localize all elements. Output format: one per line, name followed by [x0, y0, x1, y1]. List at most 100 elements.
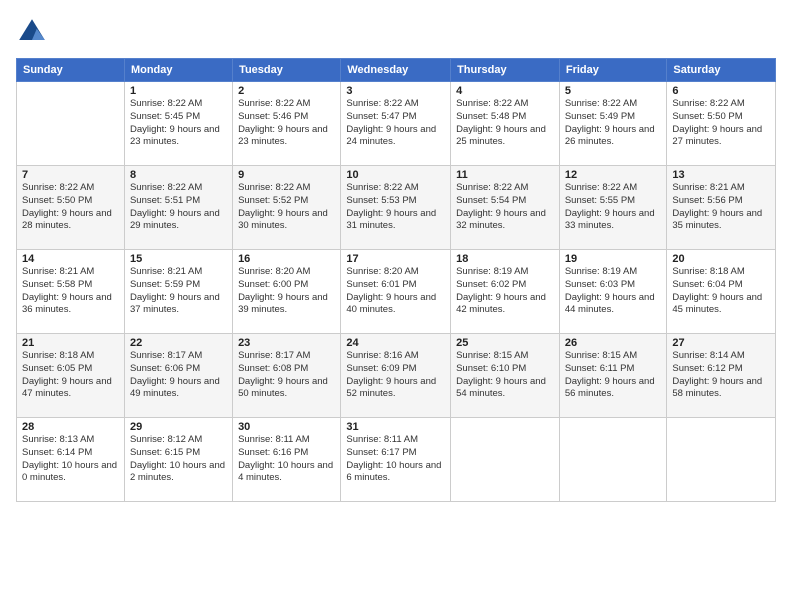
- weekday-header-friday: Friday: [559, 59, 667, 82]
- calendar-cell: 20Sunrise: 8:18 AMSunset: 6:04 PMDayligh…: [667, 250, 776, 334]
- day-info: Sunrise: 8:22 AMSunset: 5:48 PMDaylight:…: [456, 98, 554, 149]
- calendar-table: SundayMondayTuesdayWednesdayThursdayFrid…: [16, 58, 776, 502]
- day-info: Sunrise: 8:20 AMSunset: 6:00 PMDaylight:…: [238, 266, 335, 317]
- calendar-cell: 24Sunrise: 8:16 AMSunset: 6:09 PMDayligh…: [341, 334, 451, 418]
- day-info: Sunrise: 8:22 AMSunset: 5:45 PMDaylight:…: [130, 98, 227, 149]
- day-number: 23: [238, 337, 335, 349]
- day-number: 2: [238, 85, 335, 97]
- calendar-week-row: 1Sunrise: 8:22 AMSunset: 5:45 PMDaylight…: [17, 82, 776, 166]
- day-info: Sunrise: 8:22 AMSunset: 5:50 PMDaylight:…: [672, 98, 770, 149]
- day-number: 29: [130, 421, 227, 433]
- calendar-cell: 1Sunrise: 8:22 AMSunset: 5:45 PMDaylight…: [124, 82, 232, 166]
- day-number: 9: [238, 169, 335, 181]
- day-number: 1: [130, 85, 227, 97]
- logo-icon: [16, 16, 48, 48]
- logo: [16, 16, 52, 48]
- calendar-cell: [17, 82, 125, 166]
- day-number: 22: [130, 337, 227, 349]
- calendar-cell: 23Sunrise: 8:17 AMSunset: 6:08 PMDayligh…: [233, 334, 341, 418]
- day-number: 25: [456, 337, 554, 349]
- day-info: Sunrise: 8:11 AMSunset: 6:16 PMDaylight:…: [238, 434, 335, 485]
- calendar-week-row: 28Sunrise: 8:13 AMSunset: 6:14 PMDayligh…: [17, 418, 776, 502]
- day-info: Sunrise: 8:22 AMSunset: 5:47 PMDaylight:…: [346, 98, 445, 149]
- day-info: Sunrise: 8:14 AMSunset: 6:12 PMDaylight:…: [672, 350, 770, 401]
- page: SundayMondayTuesdayWednesdayThursdayFrid…: [0, 0, 792, 612]
- day-number: 12: [565, 169, 662, 181]
- day-info: Sunrise: 8:12 AMSunset: 6:15 PMDaylight:…: [130, 434, 227, 485]
- calendar-cell: 6Sunrise: 8:22 AMSunset: 5:50 PMDaylight…: [667, 82, 776, 166]
- calendar-cell: [451, 418, 560, 502]
- day-info: Sunrise: 8:22 AMSunset: 5:49 PMDaylight:…: [565, 98, 662, 149]
- calendar-cell: 21Sunrise: 8:18 AMSunset: 6:05 PMDayligh…: [17, 334, 125, 418]
- day-number: 28: [22, 421, 119, 433]
- header: [16, 16, 776, 48]
- calendar-cell: 11Sunrise: 8:22 AMSunset: 5:54 PMDayligh…: [451, 166, 560, 250]
- calendar-cell: 10Sunrise: 8:22 AMSunset: 5:53 PMDayligh…: [341, 166, 451, 250]
- calendar-cell: 12Sunrise: 8:22 AMSunset: 5:55 PMDayligh…: [559, 166, 667, 250]
- calendar-cell: 8Sunrise: 8:22 AMSunset: 5:51 PMDaylight…: [124, 166, 232, 250]
- calendar-cell: 26Sunrise: 8:15 AMSunset: 6:11 PMDayligh…: [559, 334, 667, 418]
- day-info: Sunrise: 8:16 AMSunset: 6:09 PMDaylight:…: [346, 350, 445, 401]
- day-number: 20: [672, 253, 770, 265]
- calendar-cell: 31Sunrise: 8:11 AMSunset: 6:17 PMDayligh…: [341, 418, 451, 502]
- day-info: Sunrise: 8:18 AMSunset: 6:04 PMDaylight:…: [672, 266, 770, 317]
- day-info: Sunrise: 8:19 AMSunset: 6:03 PMDaylight:…: [565, 266, 662, 317]
- day-number: 21: [22, 337, 119, 349]
- day-number: 11: [456, 169, 554, 181]
- calendar-cell: 25Sunrise: 8:15 AMSunset: 6:10 PMDayligh…: [451, 334, 560, 418]
- day-number: 26: [565, 337, 662, 349]
- day-info: Sunrise: 8:21 AMSunset: 5:59 PMDaylight:…: [130, 266, 227, 317]
- day-number: 4: [456, 85, 554, 97]
- day-info: Sunrise: 8:22 AMSunset: 5:46 PMDaylight:…: [238, 98, 335, 149]
- calendar-cell: 18Sunrise: 8:19 AMSunset: 6:02 PMDayligh…: [451, 250, 560, 334]
- calendar-cell: 4Sunrise: 8:22 AMSunset: 5:48 PMDaylight…: [451, 82, 560, 166]
- day-info: Sunrise: 8:22 AMSunset: 5:52 PMDaylight:…: [238, 182, 335, 233]
- day-info: Sunrise: 8:11 AMSunset: 6:17 PMDaylight:…: [346, 434, 445, 485]
- calendar-cell: 27Sunrise: 8:14 AMSunset: 6:12 PMDayligh…: [667, 334, 776, 418]
- day-number: 24: [346, 337, 445, 349]
- calendar-week-row: 14Sunrise: 8:21 AMSunset: 5:58 PMDayligh…: [17, 250, 776, 334]
- calendar-cell: 17Sunrise: 8:20 AMSunset: 6:01 PMDayligh…: [341, 250, 451, 334]
- weekday-header-sunday: Sunday: [17, 59, 125, 82]
- day-number: 17: [346, 253, 445, 265]
- day-number: 15: [130, 253, 227, 265]
- calendar-cell: 13Sunrise: 8:21 AMSunset: 5:56 PMDayligh…: [667, 166, 776, 250]
- day-info: Sunrise: 8:22 AMSunset: 5:54 PMDaylight:…: [456, 182, 554, 233]
- day-info: Sunrise: 8:22 AMSunset: 5:53 PMDaylight:…: [346, 182, 445, 233]
- calendar-week-row: 21Sunrise: 8:18 AMSunset: 6:05 PMDayligh…: [17, 334, 776, 418]
- weekday-header-thursday: Thursday: [451, 59, 560, 82]
- day-info: Sunrise: 8:17 AMSunset: 6:08 PMDaylight:…: [238, 350, 335, 401]
- day-number: 6: [672, 85, 770, 97]
- day-number: 5: [565, 85, 662, 97]
- calendar-cell: 5Sunrise: 8:22 AMSunset: 5:49 PMDaylight…: [559, 82, 667, 166]
- day-number: 27: [672, 337, 770, 349]
- weekday-header-row: SundayMondayTuesdayWednesdayThursdayFrid…: [17, 59, 776, 82]
- calendar-cell: 15Sunrise: 8:21 AMSunset: 5:59 PMDayligh…: [124, 250, 232, 334]
- day-number: 3: [346, 85, 445, 97]
- day-number: 8: [130, 169, 227, 181]
- day-number: 16: [238, 253, 335, 265]
- calendar-cell: 22Sunrise: 8:17 AMSunset: 6:06 PMDayligh…: [124, 334, 232, 418]
- calendar-cell: 9Sunrise: 8:22 AMSunset: 5:52 PMDaylight…: [233, 166, 341, 250]
- day-info: Sunrise: 8:19 AMSunset: 6:02 PMDaylight:…: [456, 266, 554, 317]
- day-number: 31: [346, 421, 445, 433]
- day-info: Sunrise: 8:13 AMSunset: 6:14 PMDaylight:…: [22, 434, 119, 485]
- day-info: Sunrise: 8:22 AMSunset: 5:51 PMDaylight:…: [130, 182, 227, 233]
- calendar-cell: [667, 418, 776, 502]
- day-info: Sunrise: 8:20 AMSunset: 6:01 PMDaylight:…: [346, 266, 445, 317]
- day-info: Sunrise: 8:22 AMSunset: 5:50 PMDaylight:…: [22, 182, 119, 233]
- calendar-cell: 28Sunrise: 8:13 AMSunset: 6:14 PMDayligh…: [17, 418, 125, 502]
- day-number: 30: [238, 421, 335, 433]
- day-info: Sunrise: 8:22 AMSunset: 5:55 PMDaylight:…: [565, 182, 662, 233]
- day-number: 19: [565, 253, 662, 265]
- day-number: 18: [456, 253, 554, 265]
- calendar-cell: [559, 418, 667, 502]
- calendar-cell: 19Sunrise: 8:19 AMSunset: 6:03 PMDayligh…: [559, 250, 667, 334]
- calendar-cell: 30Sunrise: 8:11 AMSunset: 6:16 PMDayligh…: [233, 418, 341, 502]
- day-number: 7: [22, 169, 119, 181]
- day-number: 13: [672, 169, 770, 181]
- calendar-cell: 2Sunrise: 8:22 AMSunset: 5:46 PMDaylight…: [233, 82, 341, 166]
- weekday-header-wednesday: Wednesday: [341, 59, 451, 82]
- calendar-cell: 7Sunrise: 8:22 AMSunset: 5:50 PMDaylight…: [17, 166, 125, 250]
- day-number: 10: [346, 169, 445, 181]
